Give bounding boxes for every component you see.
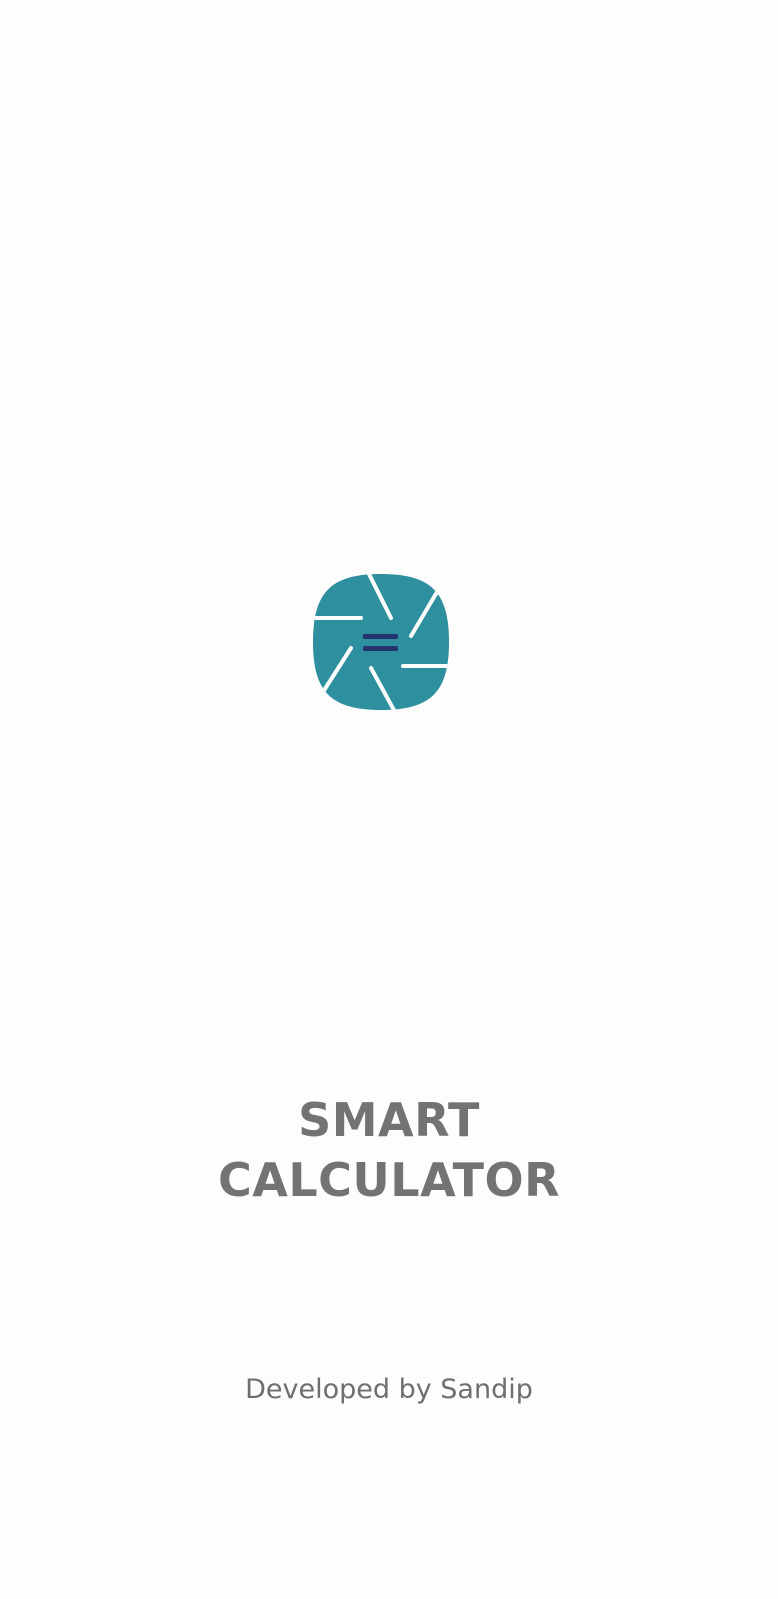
app-title-line-1: SMART [298, 1093, 480, 1147]
calculator-aperture-icon [313, 574, 449, 710]
app-title: SMART CALCULATOR [0, 1090, 778, 1210]
app-logo-icon [311, 572, 451, 712]
developer-credit: Developed by Sandip [245, 1374, 533, 1405]
splash-screen: SMART CALCULATOR Developed by Sandip [0, 0, 778, 1599]
app-title-line-2: CALCULATOR [217, 1153, 561, 1207]
